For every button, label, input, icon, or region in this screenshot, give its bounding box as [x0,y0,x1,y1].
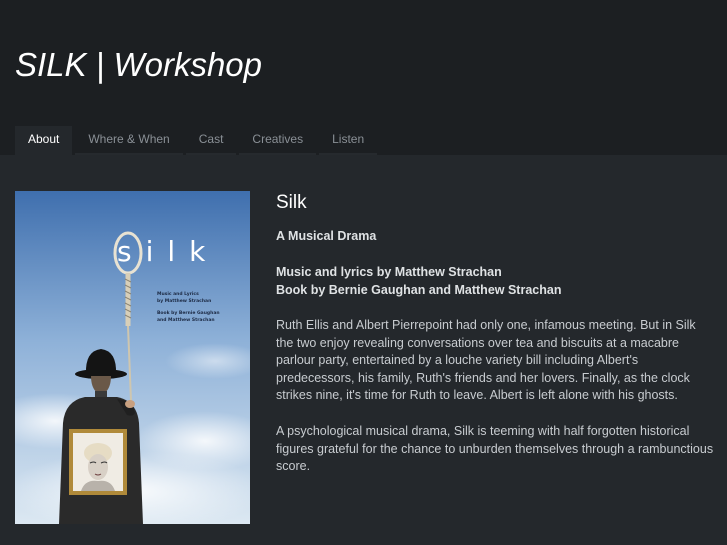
poster-credit-4: and Matthew Strachan [157,317,215,323]
credit-book: Book by Bernie Gaughan and Matthew Strac… [276,283,562,297]
poster-image: silk Music and Lyrics by Matthew Stracha… [15,191,250,524]
poster-word: silk [117,235,219,268]
nav-creatives[interactable]: Creatives [239,126,317,155]
article-paragraph-1: Ruth Ellis and Albert Pierrepoint had on… [276,318,696,403]
nav-cast[interactable]: Cast [185,126,237,155]
nav-listen[interactable]: Listen [319,126,378,155]
article-subtitle: A Musical Drama [276,229,377,243]
site-title[interactable]: SILK | Workshop [15,46,262,84]
article-paragraph-2: A psychological musical drama, Silk is t… [276,423,714,474]
nav-where-when[interactable]: Where & When [75,126,183,155]
article-credits: Music and lyrics by Matthew Strachan Boo… [276,263,716,299]
poster-credit-2: by Matthew Strachan [157,298,211,304]
site-header: SILK | Workshop About Where & When Cast … [0,0,727,155]
poster-credit-3: Book by Bernie Gaughan [157,310,220,316]
main-nav: About Where & When Cast Creatives Listen [15,126,380,155]
main-content: silk Music and Lyrics by Matthew Stracha… [0,155,727,545]
poster-credit-1: Music and Lyrics [157,291,199,297]
credit-music: Music and lyrics by Matthew Strachan [276,265,502,279]
article-heading: Silk [276,192,307,213]
nav-about[interactable]: About [15,126,73,155]
article: Silk A Musical Drama Music and lyrics by… [276,191,716,476]
